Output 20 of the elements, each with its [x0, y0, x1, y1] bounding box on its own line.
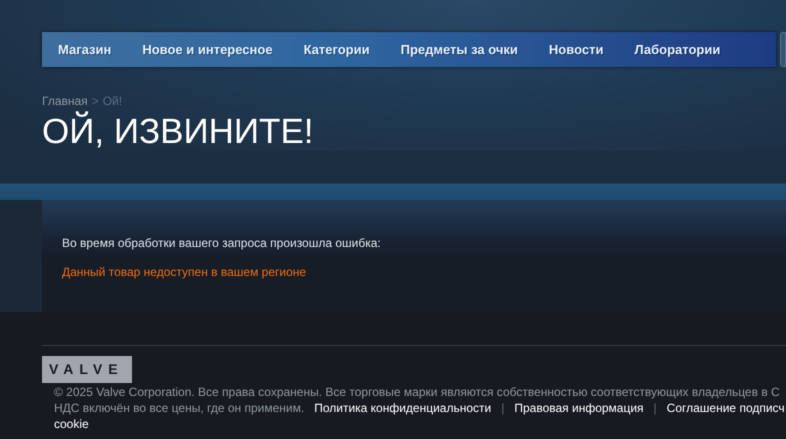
- link-separator: |: [654, 400, 657, 416]
- nav-link[interactable]: Новости: [548, 42, 604, 57]
- link-separator: |: [501, 400, 504, 416]
- nav-link[interactable]: Предметы за очки: [400, 42, 518, 57]
- nav-link[interactable]: Категории: [304, 42, 370, 57]
- footer-link[interactable]: Правовая информация: [514, 400, 644, 416]
- copyright-text: © 2025 Valve Corporation. Все права сохранены. Все торговые марки являются собственностью соответствующих владельцев в С: [54, 384, 781, 400]
- nav-link[interactable]: Новое и интересное: [142, 42, 273, 57]
- nav-link[interactable]: Магазин: [58, 42, 112, 57]
- error-detail: Данный товар недоступен в вашем регионе: [62, 265, 308, 279]
- vat-text: НДС включён во все цены, где он применим.: [54, 400, 304, 416]
- footer-link[interactable]: Политика конфиденциальности: [314, 400, 492, 416]
- breadcrumb-separator: >: [92, 94, 99, 108]
- valve-logo[interactable]: VALVE: [42, 356, 132, 383]
- page-title: ОЙ, ИЗВИНИТЕ!: [42, 112, 315, 152]
- nav-link[interactable]: Лаборатории: [634, 42, 720, 57]
- footer-link[interactable]: Соглашение подписч: [666, 400, 785, 416]
- error-message: Во время обработки вашего запроса произошла ошибка:: [62, 236, 382, 250]
- footer-link[interactable]: cookie: [54, 416, 89, 432]
- breadcrumb-link[interactable]: Главная: [42, 94, 88, 108]
